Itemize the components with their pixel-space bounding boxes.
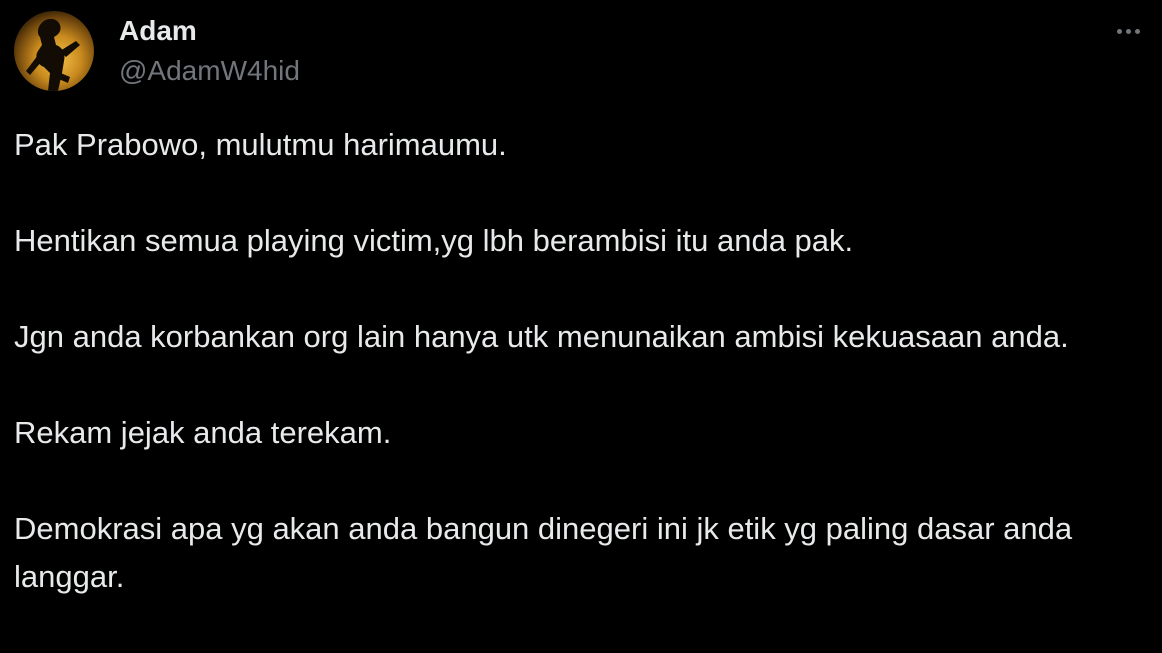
tweet-paragraph: Rekam jejak anda terekam. (14, 415, 392, 450)
avatar[interactable] (14, 11, 94, 91)
tweet-text: Pak Prabowo, mulutmu harimaumu. Hentikan… (14, 121, 1124, 601)
tweet-paragraph: Jgn anda korbankan org lain hanya utk me… (14, 319, 1069, 354)
author-name[interactable]: Adam (119, 14, 197, 48)
tweet: Adam @AdamW4hid Pak Prabowo, mulutmu har… (0, 0, 1162, 653)
tweet-paragraph: Pak Prabowo, mulutmu harimaumu. (14, 127, 507, 162)
more-options-button[interactable] (1108, 18, 1148, 44)
more-horizontal-icon (1116, 28, 1122, 34)
more-horizontal-icon-dot (1134, 28, 1140, 34)
wayang-puppet-avatar-icon (14, 11, 94, 91)
tweet-paragraph: Demokrasi apa yg akan anda bangun dinege… (14, 511, 1073, 594)
tweet-paragraph: Hentikan semua playing victim,yg lbh ber… (14, 223, 854, 258)
author-handle[interactable]: @AdamW4hid (119, 54, 300, 88)
more-horizontal-icon-dot (1125, 28, 1131, 34)
